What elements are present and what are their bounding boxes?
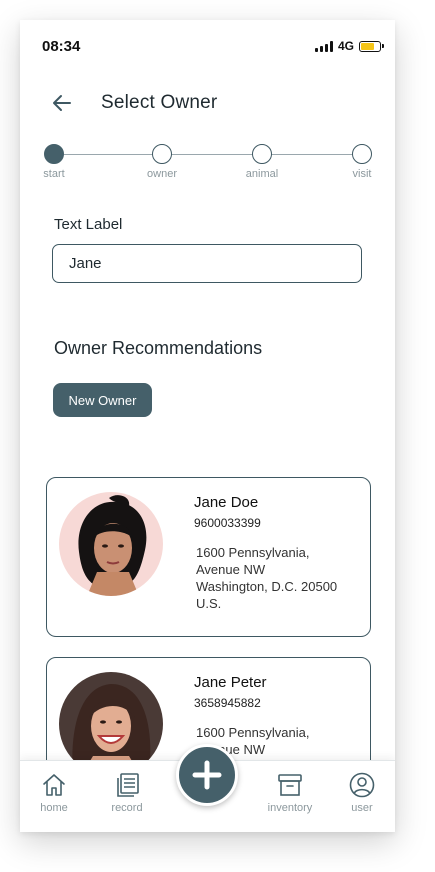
nav-home[interactable]: home (20, 771, 89, 814)
nav-user[interactable]: user (327, 771, 395, 814)
address-line: Washington, D.C. 20500 (196, 579, 338, 594)
step-label: start (43, 168, 65, 180)
owner-card[interactable]: Jane Doe 9600033399 1600 Pennsylvania, A… (46, 477, 371, 637)
nav-label: home (40, 802, 68, 814)
nav-inventory[interactable]: inventory (255, 771, 325, 814)
back-arrow-icon[interactable] (51, 92, 73, 114)
section-title: Owner Recommendations (54, 338, 263, 358)
owner-search-input[interactable] (52, 244, 362, 283)
address-line: Avenue NW (196, 562, 266, 577)
avatar (59, 492, 163, 596)
nav-label: user (351, 802, 373, 814)
owner-name: Jane Peter (194, 674, 267, 691)
step-label: visit (352, 168, 372, 180)
plus-icon (192, 760, 222, 790)
step-label: owner (147, 168, 177, 180)
status-time: 08:34 (42, 38, 81, 55)
new-owner-button[interactable]: New Owner (53, 383, 152, 417)
step-dot (252, 144, 272, 164)
signal-icon (314, 40, 333, 52)
step-dot-active (44, 144, 64, 164)
stepper-track (54, 154, 365, 155)
step-dot (352, 144, 372, 164)
step-visit[interactable]: visit (337, 144, 387, 180)
step-dot (152, 144, 172, 164)
step-owner[interactable]: owner (137, 144, 187, 180)
address-line: 1600 Pennsylvania, (196, 545, 310, 560)
page-title: Select Owner (101, 92, 218, 113)
inventory-icon (278, 774, 302, 796)
nav-label: record (111, 802, 143, 814)
home-icon (43, 774, 65, 796)
nav-label: inventory (267, 802, 313, 814)
battery-icon (359, 40, 384, 52)
owner-phone: 9600033399 (194, 516, 261, 530)
address-line: 1600 Pennsylvania, (196, 725, 310, 740)
status-indicators: 4G (314, 39, 384, 53)
phone-screen: 08:34 4G Select Owner start owner animal (20, 20, 395, 832)
add-button[interactable] (176, 744, 238, 806)
record-icon (117, 773, 139, 797)
step-start[interactable]: start (29, 144, 79, 180)
owner-phone: 3658945882 (194, 696, 261, 710)
field-label: Text Label (54, 216, 123, 233)
step-label: animal (245, 168, 279, 180)
nav-record[interactable]: record (92, 771, 162, 814)
status-bar: 08:34 4G (20, 20, 395, 70)
owner-name: Jane Doe (194, 494, 259, 511)
user-icon (349, 772, 375, 798)
address-line: U.S. (196, 596, 222, 611)
progress-stepper: start owner animal visit (42, 144, 377, 184)
step-animal[interactable]: animal (237, 144, 287, 180)
owner-address: 1600 Pennsylvania, Avenue NW Washington,… (196, 544, 366, 612)
network-type: 4G (337, 39, 354, 53)
